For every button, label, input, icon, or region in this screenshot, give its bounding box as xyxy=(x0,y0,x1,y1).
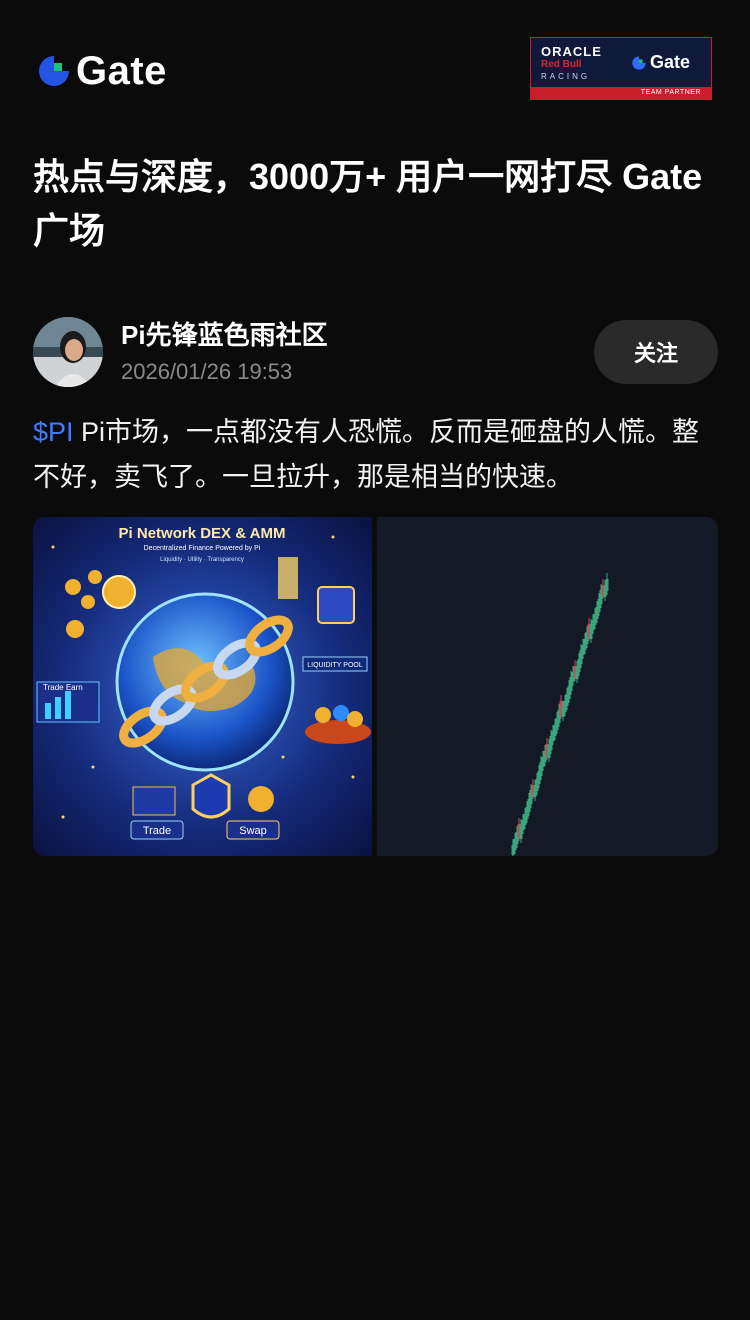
post-text: $PI Pi市场，一点都没有人恐慌。反而是砸盘的人慌。整不好，卖飞了。一旦拉升，… xyxy=(33,410,723,500)
gate-small-icon xyxy=(632,55,646,70)
avatar-photo xyxy=(33,317,103,387)
poster-title: Pi Network DEX & AMM xyxy=(119,525,286,542)
post-timestamp: 2026/01/26 19:53 xyxy=(121,359,293,384)
partner-banner[interactable]: ORACLE Red Bull RACING Gate TEAM PARTNER xyxy=(530,37,712,100)
candlestick-chart xyxy=(377,517,718,856)
candle-body xyxy=(605,579,609,591)
poster-pool-label: LIQUIDITY POOL xyxy=(307,662,363,669)
poster-swap-label: Swap xyxy=(239,825,267,837)
partner-line2: Red Bull xyxy=(541,59,582,70)
poster-trade-earn: Trade Earn xyxy=(43,683,83,692)
partner-line3: RACING xyxy=(541,72,591,81)
post-image-poster[interactable]: Pi Network DEX & AMM Decentralized Finan… xyxy=(33,517,372,856)
pi-network-poster: Pi Network DEX & AMM Decentralized Finan… xyxy=(33,517,372,856)
poster-trade-label: Trade xyxy=(143,825,171,837)
partner-line1: ORACLE xyxy=(541,44,602,59)
gate-logo-text: Gate xyxy=(76,49,167,93)
page-headline: 热点与深度，3000万+ 用户一网打尽 Gate 广场 xyxy=(33,156,703,251)
partner-badge: TEAM PARTNER xyxy=(531,87,711,99)
gate-logo[interactable]: Gate xyxy=(36,50,196,92)
gate-logo-icon xyxy=(39,56,69,86)
poster-subtitle: Decentralized Finance Powered by Pi xyxy=(144,545,261,552)
post-content: Pi市场，一点都没有人恐慌。反而是砸盘的人慌。整不好，卖飞了。一旦拉升，那是相当… xyxy=(33,417,700,492)
poster-tags: Liquidity · Utility · Transparency xyxy=(160,557,244,563)
post-image-chart[interactable] xyxy=(377,517,718,856)
partner-gate-text: Gate xyxy=(650,52,691,72)
author-name[interactable]: Pi先锋蓝色雨社区 xyxy=(121,319,328,351)
ticker-tag[interactable]: $PI xyxy=(33,417,74,447)
partner-gate-logo: Gate xyxy=(631,52,690,73)
author-avatar[interactable] xyxy=(33,317,103,387)
follow-button[interactable]: 关注 xyxy=(594,320,718,384)
